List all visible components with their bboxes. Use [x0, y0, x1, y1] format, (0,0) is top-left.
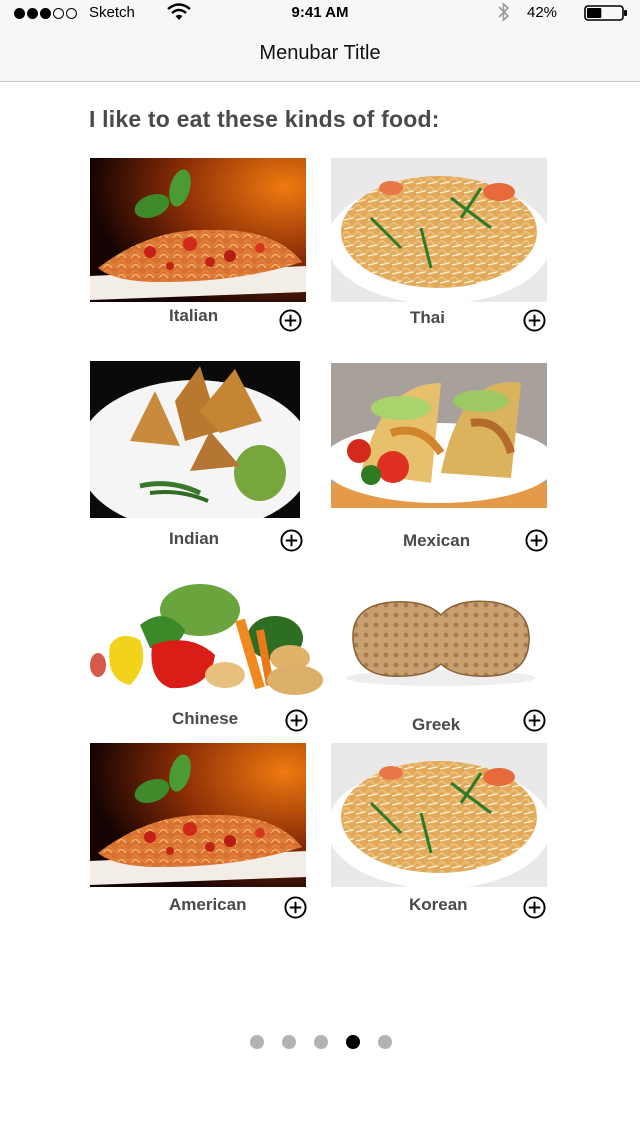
food-card-thai[interactable]: Thai — [331, 158, 561, 348]
plus-circle-icon[interactable] — [285, 709, 308, 732]
page-dot[interactable] — [378, 1035, 392, 1049]
food-card-italian[interactable]: Italian — [90, 158, 320, 348]
plus-circle-icon[interactable] — [525, 529, 548, 552]
samosa-photo — [90, 361, 300, 518]
food-label: Italian — [169, 306, 219, 325]
bluetooth-icon — [498, 2, 510, 22]
food-label: Mexican — [403, 531, 471, 550]
food-card-american[interactable]: American — [90, 743, 320, 933]
page-dot[interactable] — [282, 1035, 296, 1049]
food-card-mexican[interactable]: Mexican — [331, 363, 561, 553]
status-bar: Sketch 9:41 AM 42% — [0, 0, 640, 26]
plus-circle-icon[interactable] — [523, 896, 546, 919]
food-label: Thai — [410, 308, 445, 327]
pad-thai-photo — [331, 158, 547, 302]
food-card-korean[interactable]: Korean — [331, 743, 561, 933]
page-dot[interactable] — [250, 1035, 264, 1049]
nav-title: Menubar Title — [259, 42, 381, 64]
vegetables-photo — [90, 570, 326, 708]
tacos-photo — [331, 363, 547, 508]
plus-circle-icon[interactable] — [284, 896, 307, 919]
food-label: Chinese — [172, 709, 239, 728]
spaghetti-photo — [90, 158, 306, 302]
battery-percent: 42% — [527, 4, 558, 21]
pad-thai-photo — [331, 743, 547, 887]
food-card-greek[interactable]: Greek — [331, 570, 561, 760]
food-label: Greek — [412, 715, 461, 734]
food-card-chinese[interactable]: Chinese — [90, 570, 326, 760]
plus-circle-icon[interactable] — [280, 529, 303, 552]
page-control[interactable] — [250, 1035, 392, 1049]
plus-circle-icon[interactable] — [279, 309, 302, 332]
page-dot[interactable] — [314, 1035, 328, 1049]
peanut-photo — [331, 570, 551, 710]
food-card-indian[interactable]: Indian — [90, 361, 320, 552]
plus-circle-icon[interactable] — [523, 709, 546, 732]
food-label: Indian — [169, 529, 220, 548]
page-heading: I like to eat these kinds of food: — [89, 106, 440, 132]
page-dot[interactable] — [346, 1035, 360, 1049]
spaghetti-photo — [90, 743, 306, 887]
plus-circle-icon[interactable] — [523, 309, 546, 332]
food-label: Korean — [409, 895, 468, 914]
food-label: American — [169, 895, 247, 914]
navigation-bar: Menubar Title — [0, 26, 640, 82]
battery-icon — [584, 5, 627, 21]
